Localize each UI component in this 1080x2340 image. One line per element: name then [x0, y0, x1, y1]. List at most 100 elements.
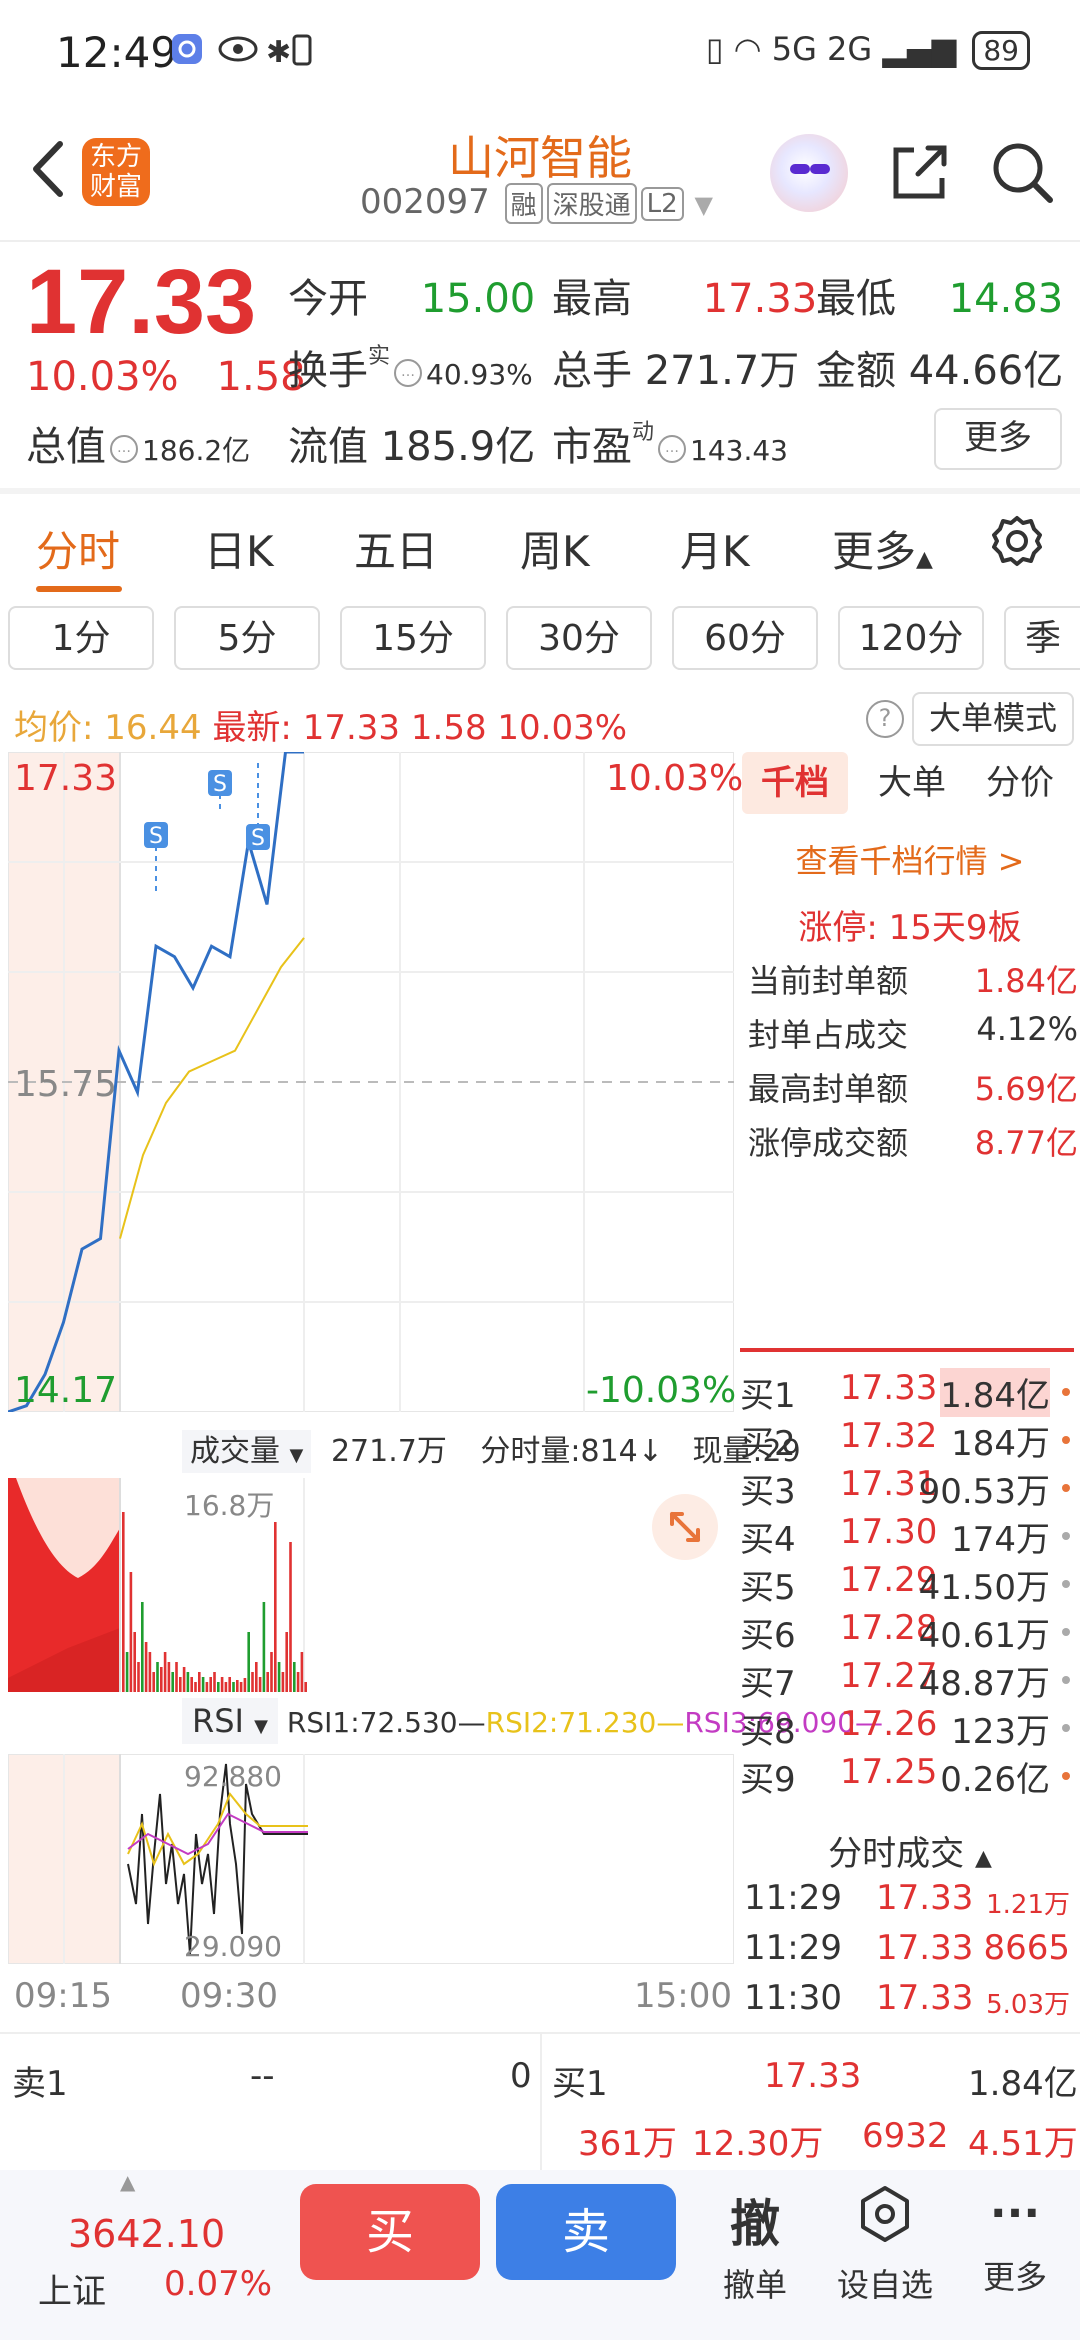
volume-bar — [141, 1602, 144, 1692]
index-name[interactable]: 上证 — [38, 2264, 106, 2313]
rsi-label: RSI — [192, 1702, 244, 1740]
ob-dot — [1062, 1388, 1070, 1396]
sell1-label: 卖1 — [12, 2064, 68, 2104]
tab-more[interactable]: 更多▲ — [832, 518, 933, 579]
ticks-header[interactable]: 分时成交 ▲ — [740, 1826, 1080, 1875]
stock-header: 东方 财富 山河智能 002097 融深股通 L2 ▼ — [0, 110, 1080, 240]
svg-text:✱: ✱ — [266, 35, 291, 70]
index-pct[interactable]: 0.07% — [164, 2264, 272, 2304]
tick-list[interactable]: 11:29 17.33 1.21万 11:29 17.33 8665 11:30 17.3… — [740, 1878, 1080, 2028]
rsi-min-label: 29.090 — [184, 1930, 282, 1963]
volume-bar — [236, 1680, 239, 1692]
sell-marker[interactable]: S — [208, 770, 232, 812]
volume-bar — [194, 1682, 197, 1692]
tab-minute[interactable]: 分时 — [36, 518, 120, 579]
help-icon[interactable]: ? — [866, 700, 904, 738]
x-tick-930: 09:30 — [180, 1976, 278, 2016]
sell-marker[interactable]: S — [246, 760, 270, 851]
add-watchlist-button[interactable]: 设自选 — [830, 2184, 940, 2306]
volume-bar — [228, 1677, 231, 1692]
info-icon[interactable]: … — [658, 435, 687, 463]
volume-bar — [129, 1572, 133, 1692]
stock-meta[interactable]: 002097 融深股通 L2 ▼ — [360, 182, 713, 224]
more-menu-button[interactable]: ··· 更多 — [960, 2184, 1070, 2298]
marker-layer: S S S — [144, 760, 270, 892]
subtab-120min[interactable]: 120分 — [838, 606, 984, 670]
rsi-dropdown[interactable]: RSI ▼ — [182, 1698, 278, 1744]
volume-dropdown[interactable]: 成交量 ▼ — [182, 1430, 312, 1473]
tick-time: 11:30 — [744, 1978, 842, 2018]
rsi1-value: RSI1:72.530— — [286, 1706, 486, 1739]
seal-label: 当前封单额 — [748, 962, 909, 1000]
ob-dot — [1062, 1724, 1070, 1732]
watchlist-label: 设自选 — [836, 2266, 933, 2304]
index-value[interactable]: 3642.10 — [68, 2212, 225, 2256]
expand-icon[interactable] — [652, 1494, 718, 1560]
mktcap-value: 186.2亿 — [142, 434, 251, 467]
pe-row: 市盈动… 143.43 — [552, 414, 788, 472]
high-value: 17.33 — [702, 276, 818, 322]
ob-level: 买2 — [740, 1424, 796, 1464]
volume-bar — [277, 1662, 281, 1692]
ob-price: 17.33 — [840, 1368, 938, 1408]
info-icon[interactable]: … — [394, 359, 423, 387]
strip-stat3: 6932 — [862, 2116, 949, 2156]
dropdown-icon: ▼ — [254, 1716, 268, 1737]
subtab-1min[interactable]: 1分 — [8, 606, 154, 670]
tab-day-k[interactable]: 日K — [204, 518, 274, 579]
cancel-order-button[interactable]: 撤 撤单 — [700, 2184, 810, 2306]
subtab-quarter[interactable]: 季 — [1004, 606, 1080, 670]
sell-marker[interactable]: S — [144, 822, 168, 892]
current-price: 17.33 — [26, 251, 257, 353]
seal-value: 8.77亿 — [974, 1124, 1078, 1162]
tab-week-k[interactable]: 周K — [520, 518, 590, 579]
tab-five-day[interactable]: 五日 — [354, 518, 438, 579]
seal-label: 封单占成交 — [748, 1016, 909, 1054]
info-icon[interactable]: … — [110, 435, 138, 463]
big-order-mode-button[interactable]: 大单模式 — [912, 692, 1074, 746]
caret-up-icon: ▲ — [120, 2170, 136, 2194]
volume-bar — [175, 1662, 178, 1692]
tab-big-order[interactable]: 大单 — [862, 752, 962, 814]
ob-price: 17.30 — [840, 1512, 938, 1552]
volume-bar — [122, 1512, 125, 1692]
bid-ask-strip: 卖1 -- 0 买1 17.33 1.84亿 361万 12.30万 6932 … — [0, 2032, 1080, 2172]
seal-value: 5.69亿 — [974, 1070, 1078, 1108]
share-icon[interactable] — [888, 140, 952, 204]
tab-thousand-level[interactable]: 千档 — [742, 752, 848, 814]
ob-volume: 0.26亿 — [940, 1760, 1050, 1800]
tick-volume: 1.21万 — [986, 1890, 1070, 1920]
view-depth-link[interactable]: 查看千档行情 > — [740, 836, 1080, 882]
tab-price-dist[interactable]: 分价 — [970, 752, 1070, 814]
volume-bar — [201, 1677, 205, 1692]
avg-value: 16.44 — [104, 708, 202, 748]
price-change: 10.03% 1.58 — [26, 354, 306, 400]
strip-stat4: 4.51万 — [968, 2124, 1078, 2164]
volume-bar — [171, 1672, 174, 1692]
sell-button[interactable]: 卖 — [496, 2184, 676, 2280]
tick-volume: 8665 — [983, 1928, 1070, 1968]
volume-bar — [156, 1662, 159, 1692]
volume-bar — [232, 1682, 235, 1692]
search-icon[interactable] — [990, 140, 1054, 204]
battery-icon: 89 — [972, 31, 1030, 70]
assistant-robot-icon[interactable] — [770, 134, 848, 212]
float-row: 流值 185.9亿 — [288, 414, 535, 472]
y-mid-label: 15.75 — [14, 1064, 118, 1105]
volume-bars — [122, 1512, 307, 1692]
tab-month-k[interactable]: 月K — [680, 518, 750, 579]
more-quote-button[interactable]: 更多 — [934, 408, 1062, 470]
volume-bar — [285, 1632, 288, 1692]
subtab-15min[interactable]: 15分 — [340, 606, 486, 670]
subtab-30min[interactable]: 30分 — [506, 606, 652, 670]
subtab-60min[interactable]: 60分 — [672, 606, 818, 670]
strip-stat2: 12.30万 — [692, 2124, 824, 2164]
buy-button[interactable]: 买 — [300, 2184, 480, 2280]
order-book[interactable]: 买1 17.33 1.84亿 买2 17.32 184万 买3 17.31 90.53万 买… — [740, 1368, 1080, 1818]
avg-price-line — [119, 937, 305, 1239]
minute-volume: 分时量:814↓ — [480, 1434, 663, 1469]
subtab-5min[interactable]: 5分 — [174, 606, 320, 670]
open-row: 今开 15.00 — [288, 266, 535, 324]
volume-bar — [125, 1652, 129, 1692]
settings-gear-icon[interactable] — [990, 514, 1044, 568]
